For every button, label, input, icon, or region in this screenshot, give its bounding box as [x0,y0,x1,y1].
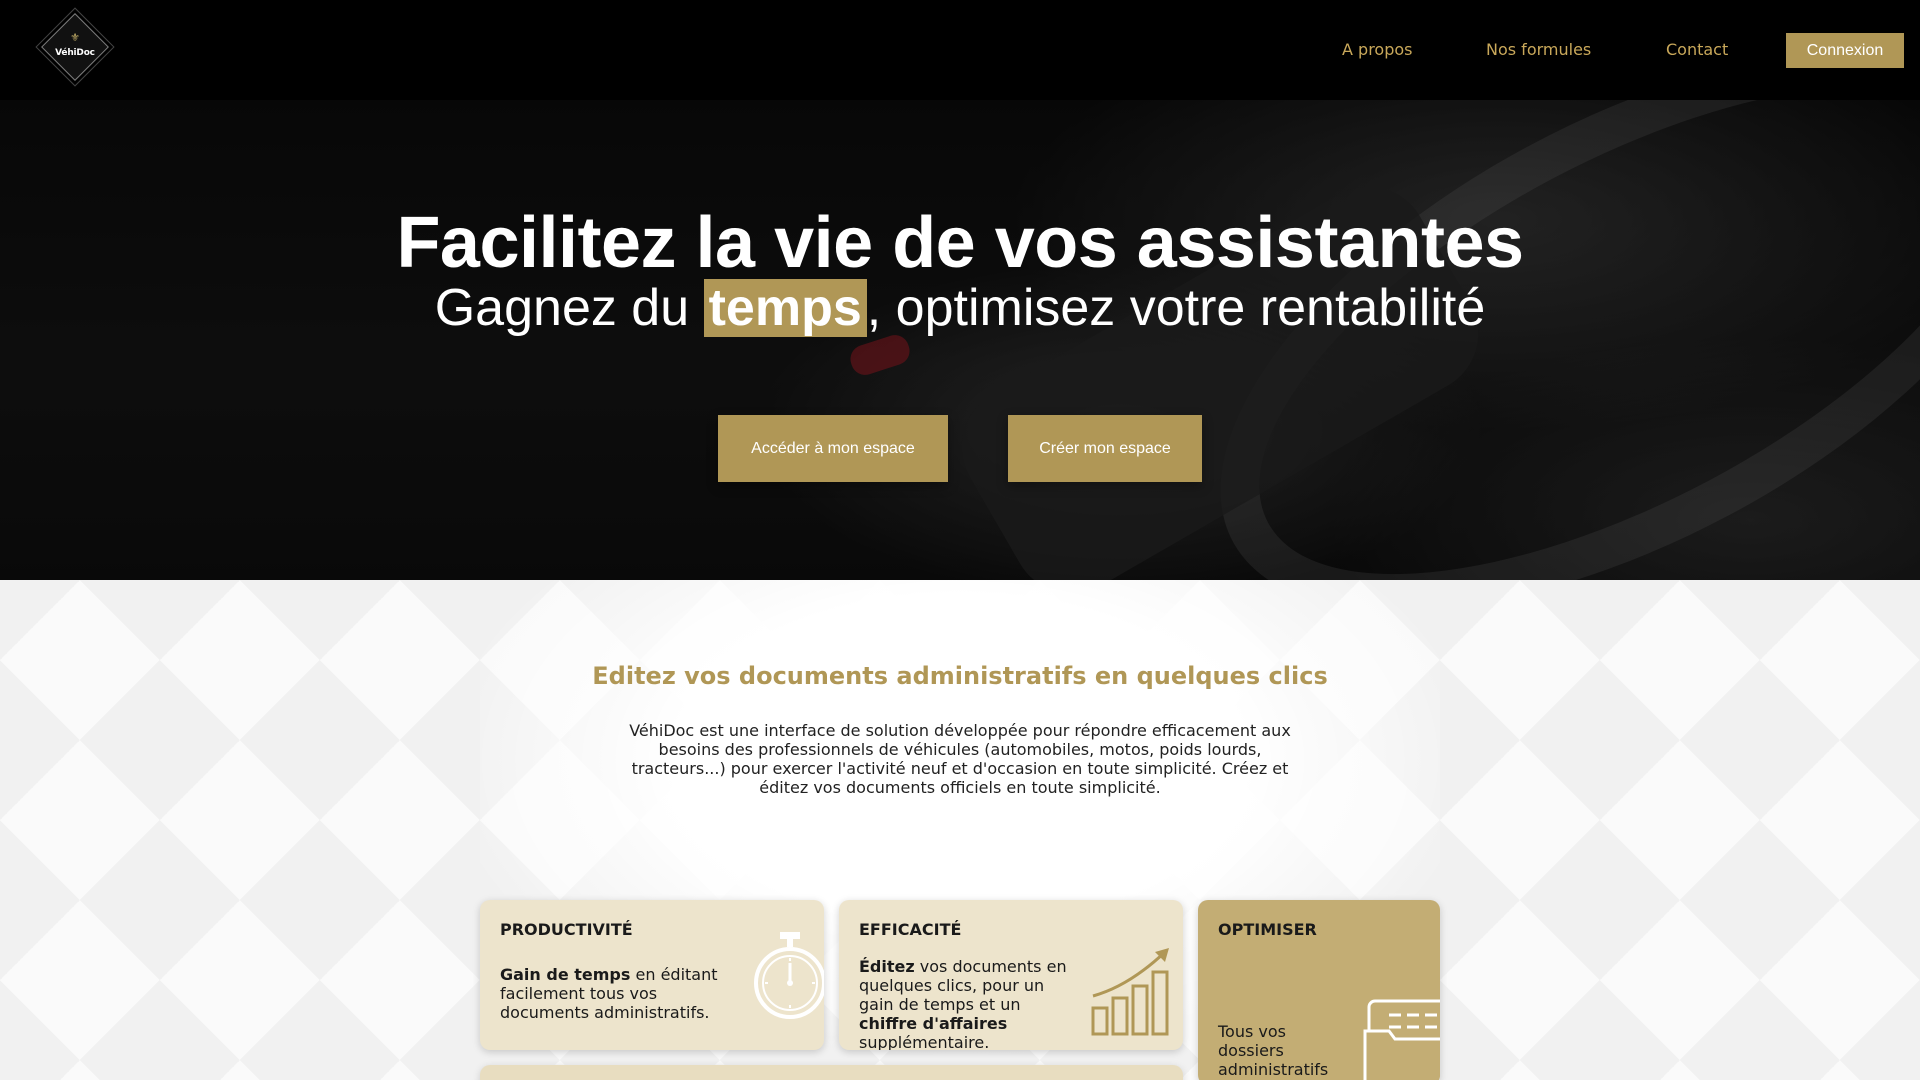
logo-text: VéhiDoc [55,48,95,58]
growth-chart-icon [1091,948,1169,1036]
hero-subtitle-start: Gagnez du [434,279,704,337]
card-text-bold: Éditez [859,957,915,976]
nav-link-contact[interactable]: Contact [1666,40,1728,60]
nav-link-nos-formules[interactable]: Nos formules [1486,40,1591,60]
section-description: VéhiDoc est une interface de solution dé… [629,721,1291,797]
card-text: Tous vos dossiers administratifs multi-s… [1218,1022,1329,1080]
hero-subtitle-end: , optimisez votre rentabilité [866,279,1486,337]
card-text: Gain de temps en éditant facilement tous… [500,965,730,1022]
card-title: PRODUCTIVITÉ [500,920,633,939]
logo-emblem-icon: ⚜ [70,31,80,44]
card-text-bold: chiffre d'affaires [859,1014,1008,1033]
features-section: Editez vos documents administratifs en q… [0,580,1920,1080]
folder-icon [1363,999,1440,1080]
access-space-button[interactable]: Accéder à mon espace [718,415,948,482]
card-title: EFFICACITÉ [859,920,962,939]
logo-diamond-shape [41,13,109,81]
feature-card-partial [480,1065,1183,1080]
top-navigation: ⚜ VéhiDoc A propos Nos formules Contact … [0,0,1920,100]
hero-subtitle: Gagnez du temps, optimisez votre rentabi… [0,276,1920,340]
login-button[interactable]: Connexion [1786,33,1904,68]
nav-link-a-propos[interactable]: A propos [1342,40,1412,60]
create-space-button[interactable]: Créer mon espace [1008,415,1202,482]
hero-title: Facilitez la vie de vos assistantes [396,203,1524,283]
stopwatch-icon [754,932,824,1019]
feature-card-optimiser: OPTIMISER Tous vos dossiers administrati… [1198,900,1440,1080]
vehidoc-logo[interactable]: ⚜ VéhiDoc [41,13,109,81]
card-text-body: supplémentaire. [859,1033,990,1050]
card-text-bold: Gain de temps [500,965,631,984]
feature-card-productivite: PRODUCTIVITÉ Gain de temps en éditant fa… [480,900,824,1050]
card-text: Éditez vos documents en quelques clics, … [859,957,1074,1050]
hero-overlay [0,100,1920,580]
card-title: OPTIMISER [1218,920,1317,939]
section-title: Editez vos documents administratifs en q… [592,662,1328,690]
hero-banner: Facilitez la vie de vos assistantes Gagn… [0,100,1920,580]
hero-subtitle-highlight: temps [703,279,867,337]
feature-card-efficacite: EFFICACITÉ Éditez vos documents en quelq… [839,900,1183,1050]
